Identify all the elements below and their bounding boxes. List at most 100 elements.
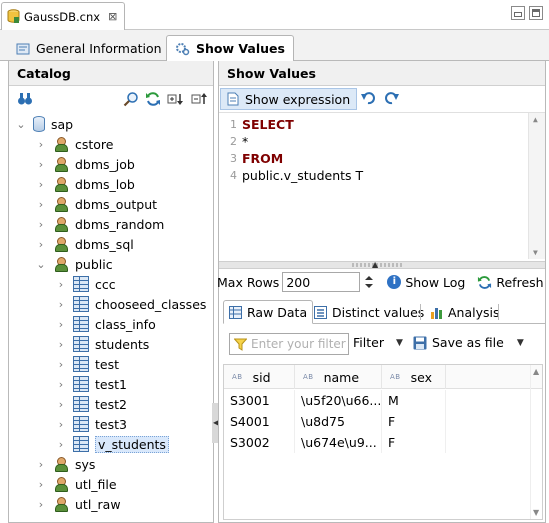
chevron-right-icon[interactable]: › [35, 198, 47, 211]
maximize-icon[interactable] [529, 6, 543, 20]
show-log-button[interactable]: i Show Log [387, 275, 465, 290]
tree-node-table[interactable]: › test1 [55, 374, 127, 394]
tab-distinct-values[interactable]: Distinct values [309, 300, 429, 324]
table-row[interactable]: S4001 \u8d75 F [224, 411, 542, 432]
cell-sid[interactable]: S3002 [224, 432, 295, 453]
cell-name[interactable]: \u5f20\u66... [295, 390, 382, 411]
chevron-right-icon[interactable]: › [35, 178, 47, 191]
column-header-name[interactable]: AB name [295, 365, 382, 389]
chevron-right-icon[interactable]: › [55, 418, 67, 431]
filter-input[interactable]: Enter your filter [229, 333, 349, 355]
search-icon[interactable] [123, 91, 139, 107]
chevron-right-icon[interactable]: › [55, 398, 67, 411]
chevron-right-icon[interactable]: › [55, 438, 67, 451]
line-number: 1 [230, 118, 237, 131]
tab-label: Show Values [196, 41, 285, 56]
tree-node-schema[interactable]: › cstore [35, 134, 114, 154]
tree-label: class_info [95, 316, 156, 332]
tree-label: test1 [95, 376, 127, 392]
save-as-file-button[interactable]: Save as file ▼ [413, 335, 524, 350]
tree-node-table[interactable]: › class_info [55, 314, 156, 334]
max-rows-label: Max Rows [217, 274, 280, 290]
binoculars-icon[interactable] [17, 91, 33, 107]
chevron-right-icon[interactable]: › [35, 238, 47, 251]
table-row[interactable]: S3001 \u5f20\u66... M [224, 390, 542, 411]
save-icon [413, 336, 427, 349]
cell-sex[interactable]: M [382, 390, 446, 411]
chevron-down-icon[interactable]: ⌄ [15, 118, 27, 131]
tree-node-view-selected[interactable]: › v_students [55, 434, 169, 454]
tab-analysis[interactable]: Analysis [425, 300, 505, 324]
tree-node-schema[interactable]: › dbms_random [35, 214, 164, 234]
chevron-right-icon[interactable]: › [55, 338, 67, 351]
table-row[interactable]: S3002 \u674e\u9... F [224, 432, 542, 453]
grid-header: AB sid AB name AB sex [224, 365, 542, 389]
collapse-up-icon[interactable]: ▲ [372, 260, 378, 269]
show-expression-button[interactable]: Show expression [220, 88, 358, 110]
scroll-down-icon[interactable]: ▼ [533, 508, 539, 517]
tree-node-root[interactable]: ⌄ sap [15, 114, 73, 134]
tree-node-schema[interactable]: › dbms_lob [35, 174, 135, 194]
tab-show-values[interactable]: Show Values [166, 35, 294, 62]
chevron-right-icon[interactable]: › [35, 458, 47, 471]
view-icon [73, 436, 89, 452]
refresh-icon[interactable] [145, 91, 161, 107]
editor-tab-gaussdb[interactable]: GaussDB.cnx ⊠ [1, 2, 125, 30]
chevron-right-icon[interactable]: › [55, 278, 67, 291]
cell-sid[interactable]: S4001 [224, 411, 295, 432]
filter-dropdown[interactable]: Filter ▼ [353, 335, 403, 350]
chevron-right-icon[interactable]: › [35, 138, 47, 151]
sql-line: 4 public.v_students T [219, 167, 363, 184]
tab-general-information[interactable]: General Information [8, 36, 170, 61]
tree-node-table[interactable]: › students [55, 334, 149, 354]
tree-node-table[interactable]: › ccc [55, 274, 116, 294]
tree-node-table[interactable]: › test3 [55, 414, 127, 434]
tab-raw-data[interactable]: Raw Data [223, 300, 314, 324]
refresh-button[interactable]: Refresh [477, 275, 544, 290]
cell-sex[interactable]: F [382, 411, 446, 432]
undo-icon[interactable] [360, 90, 376, 110]
chevron-right-icon[interactable]: › [35, 498, 47, 511]
scroll-down-icon[interactable]: ▼ [533, 248, 538, 257]
tree-node-table[interactable]: › chooseed_classes [55, 294, 206, 314]
cell-name[interactable]: \u8d75 [295, 411, 382, 432]
chevron-right-icon[interactable]: › [55, 318, 67, 331]
scroll-up-icon[interactable]: ▲ [533, 367, 539, 376]
chevron-right-icon[interactable]: › [35, 218, 47, 231]
schema-icon [53, 176, 69, 192]
expand-all-icon[interactable] [167, 91, 183, 107]
cell-sid[interactable]: S3001 [224, 390, 295, 411]
scroll-up-icon[interactable]: ▲ [533, 115, 538, 124]
chevron-right-icon[interactable]: › [55, 378, 67, 391]
collapse-all-icon[interactable] [191, 91, 207, 107]
tree-node-schema[interactable]: › dbms_output [35, 194, 157, 214]
minimize-icon[interactable] [511, 6, 525, 20]
chevron-down-icon[interactable]: ⌄ [35, 258, 47, 271]
close-icon[interactable]: ⊠ [108, 10, 117, 23]
max-rows-input[interactable] [282, 272, 361, 292]
cell-name[interactable]: \u674e\u9... [295, 432, 382, 453]
sql-editor[interactable]: 1 SELECT 2 * 3 FROM 4 public.v_students … [219, 112, 545, 262]
tree-label: utl_file [75, 476, 117, 492]
redo-icon[interactable] [384, 90, 400, 110]
cell-sex[interactable]: F [382, 432, 446, 453]
tree-node-schema[interactable]: › sys [35, 454, 95, 474]
chevron-right-icon[interactable]: › [35, 478, 47, 491]
grid-scrollbar[interactable]: ▲ ▼ [530, 365, 542, 519]
column-header-sex[interactable]: AB sex [382, 365, 446, 389]
tree-node-table[interactable]: › test2 [55, 394, 127, 414]
tree-node-schema[interactable]: › utl_file [35, 474, 117, 494]
chevron-right-icon[interactable]: › [35, 158, 47, 171]
tree-node-schema-public[interactable]: ⌄ public [35, 254, 113, 274]
max-rows-spinner[interactable] [361, 272, 377, 292]
chevron-right-icon[interactable]: › [55, 298, 67, 311]
editor-result-splitter[interactable]: ▲ [219, 260, 545, 269]
sql-line: 3 FROM [219, 150, 283, 167]
tree-node-table[interactable]: › test [55, 354, 119, 374]
chevron-right-icon[interactable]: › [55, 358, 67, 371]
tree-node-schema[interactable]: › dbms_sql [35, 234, 134, 254]
tree-node-schema[interactable]: › dbms_job [35, 154, 135, 174]
column-header-sid[interactable]: AB sid [224, 365, 295, 389]
editor-scrollbar[interactable]: ▲ ▼ [528, 113, 545, 259]
tree-node-schema[interactable]: › utl_raw [35, 494, 121, 514]
